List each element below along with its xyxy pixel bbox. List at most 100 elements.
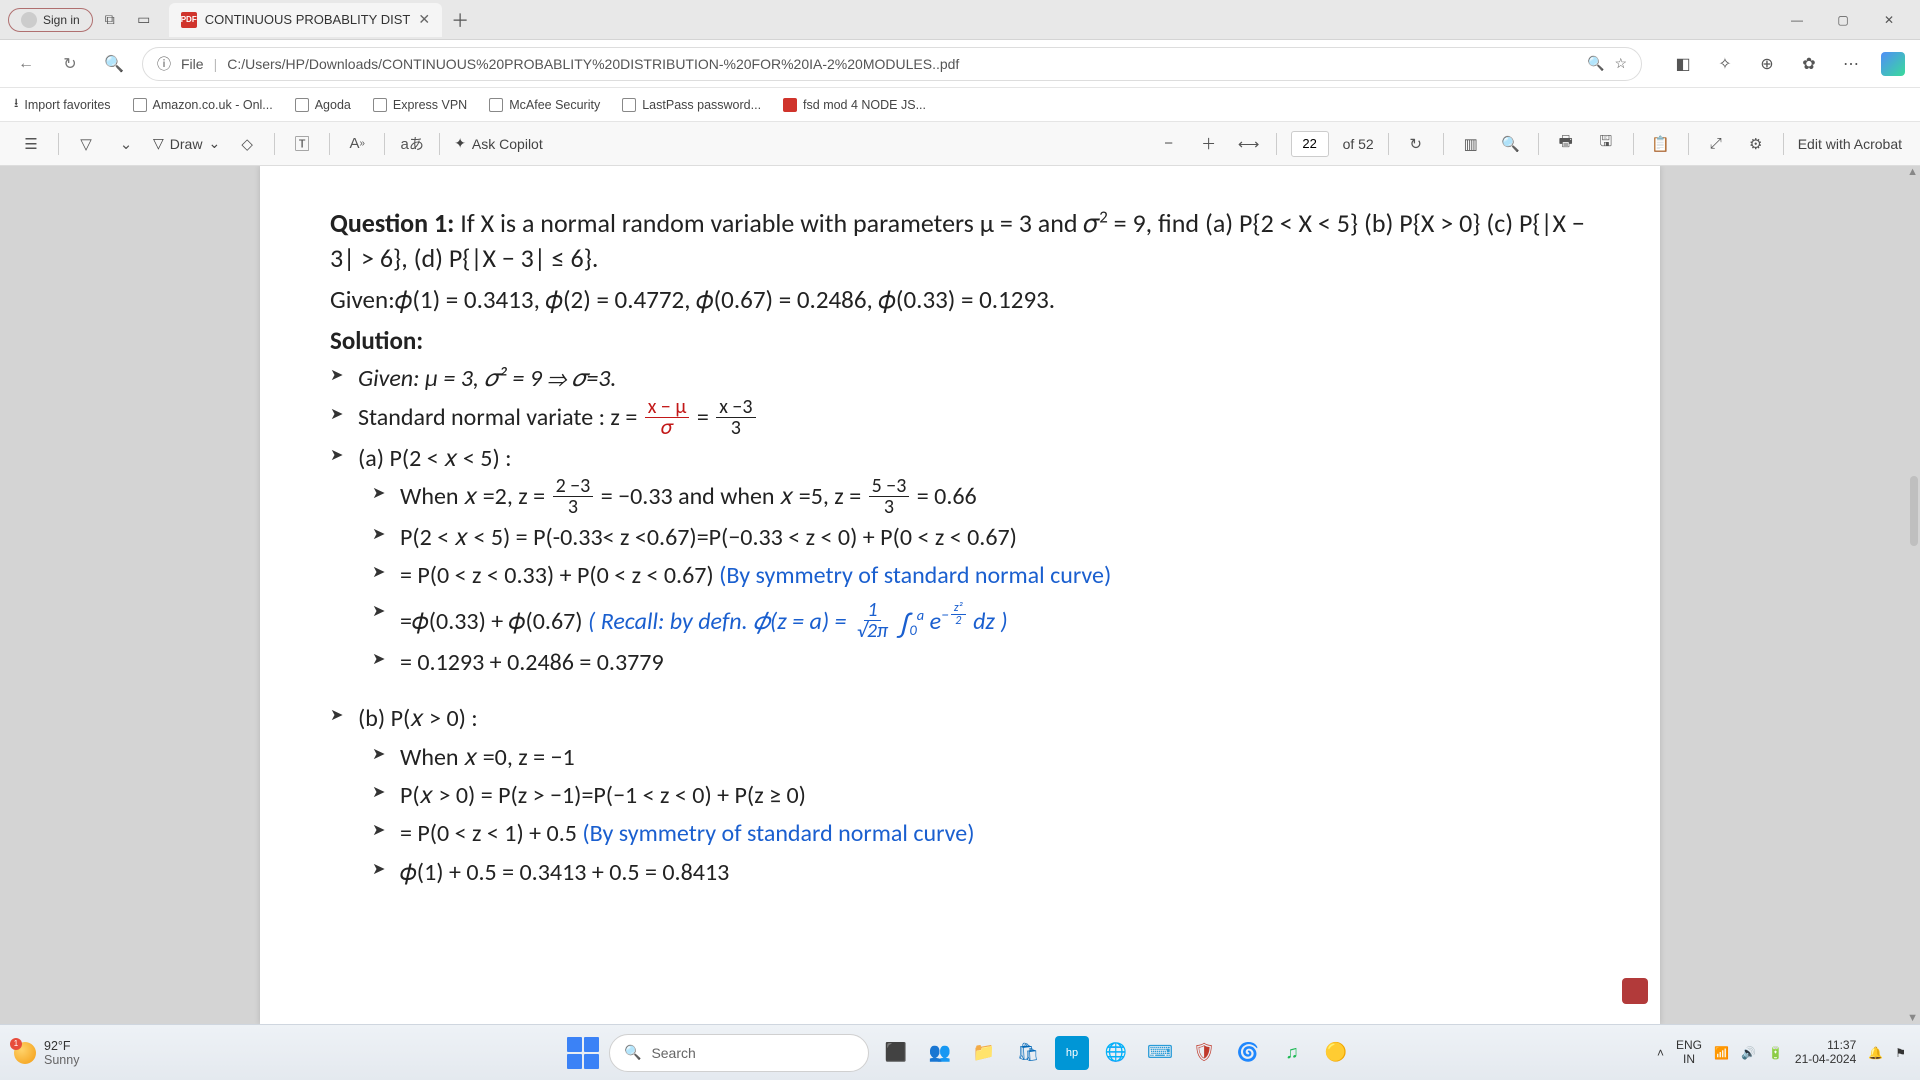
zoom-in-button[interactable]: ＋	[1196, 131, 1222, 157]
given-line: Given:𝜙(1) = 0.3413, 𝜙(2) = 0.4772, 𝜙(0.…	[330, 284, 1590, 315]
spotify-icon[interactable]: ♫	[1275, 1036, 1309, 1070]
edit-acrobat-button[interactable]: Edit with Acrobat	[1798, 136, 1902, 152]
quick-settings-icon[interactable]: ⚑	[1895, 1046, 1906, 1060]
bullet-line: =𝜙(0.33) + 𝜙(0.67) ( Recall: by defn. 𝜙(…	[330, 596, 1590, 644]
more-icon[interactable]: ⋯	[1834, 47, 1868, 81]
volume-icon[interactable]: 🔊	[1741, 1046, 1756, 1060]
explorer-icon[interactable]: 📁	[967, 1036, 1001, 1070]
battery-icon[interactable]: 🔋	[1768, 1046, 1783, 1060]
contents-icon[interactable]: ☰	[18, 131, 44, 157]
weather-widget[interactable]: 1 92°F Sunny	[14, 1039, 79, 1067]
pdf-toolbar-right: 🔍 🖶 🖫 📋 ⤢ ⚙ Edit with Acrobat	[1498, 131, 1902, 157]
refresh-button[interactable]: ↻	[54, 48, 86, 80]
settings-icon[interactable]: ⚙	[1743, 131, 1769, 157]
find-icon[interactable]: 🔍	[1498, 131, 1524, 157]
scroll-up-icon[interactable]: ▲	[1907, 166, 1918, 178]
edge-icon[interactable]: 🌀	[1231, 1036, 1265, 1070]
save-icon[interactable]: 🖫	[1593, 131, 1619, 157]
vscode-icon[interactable]: ⌨	[1143, 1036, 1177, 1070]
fraction: z²2	[951, 602, 966, 627]
scroll-down-icon[interactable]: ▼	[1907, 1012, 1918, 1024]
search-nav-icon[interactable]: 🔍	[98, 48, 130, 80]
bookmark-item[interactable]: Express VPN	[373, 98, 467, 112]
highlight-icon[interactable]: ▽	[73, 131, 99, 157]
favorite-icon[interactable]: ☆	[1614, 55, 1627, 72]
minimize-button[interactable]: —	[1774, 6, 1820, 34]
fullscreen-icon[interactable]: ⤢	[1703, 131, 1729, 157]
separator	[1276, 133, 1277, 155]
print-icon[interactable]: 🖶	[1553, 131, 1579, 157]
bookmark-label: McAfee Security	[509, 98, 600, 112]
clock[interactable]: 11:3721-04-2024	[1795, 1039, 1856, 1065]
collections-icon[interactable]: ⊕	[1750, 47, 1784, 81]
teams-icon[interactable]: 👥	[923, 1036, 957, 1070]
saveas-icon[interactable]: 📋	[1648, 131, 1674, 157]
ask-copilot-button[interactable]: ✦Ask Copilot	[454, 135, 543, 152]
page-view-icon[interactable]: ▥	[1458, 131, 1484, 157]
start-button[interactable]	[567, 1037, 599, 1069]
store-icon[interactable]: 🛍	[1011, 1036, 1045, 1070]
bookmark-item[interactable]: LastPass password...	[622, 98, 761, 112]
taskbar-search[interactable]: 🔍Search	[609, 1034, 869, 1072]
extensions-icon[interactable]: ✿	[1792, 47, 1826, 81]
new-tab-button[interactable]: ＋	[446, 6, 474, 34]
scrollbar-thumb[interactable]	[1910, 476, 1918, 546]
bookmark-item[interactable]: fsd mod 4 NODE JS...	[783, 98, 926, 112]
fraction: 2 −33	[553, 476, 594, 517]
window-controls: — ▢ ✕	[1774, 6, 1912, 34]
split-screen-icon[interactable]: ◧	[1666, 47, 1700, 81]
address-bar[interactable]: ⓘ File | C:/Users/HP/Downloads/CONTINUOU…	[142, 47, 1642, 81]
close-button[interactable]: ✕	[1866, 6, 1912, 34]
mcafee-icon[interactable]: 🛡	[1187, 1036, 1221, 1070]
zoom-out-button[interactable]: −	[1156, 131, 1182, 157]
textsize-icon[interactable]: A»	[344, 131, 370, 157]
signin-button[interactable]: Sign in	[8, 8, 93, 32]
maximize-button[interactable]: ▢	[1820, 6, 1866, 34]
separator	[1688, 133, 1689, 155]
document-viewport[interactable]: ▲ ▼ Question 1: If X is a normal random …	[0, 166, 1920, 1024]
copilot-button[interactable]	[1876, 47, 1910, 81]
weather-temp: 92°F	[44, 1039, 79, 1053]
bookmark-item[interactable]: McAfee Security	[489, 98, 600, 112]
bullet-line: P(2 < 𝑥 < 5) = P(-0.33< z <0.67)=P(−0.33…	[330, 519, 1590, 557]
ask-label: Ask Copilot	[472, 136, 543, 152]
erase-icon[interactable]: ◇	[234, 131, 260, 157]
translate-icon[interactable]: aあ	[399, 131, 425, 157]
address-bar-row: ← ↻ 🔍 ⓘ File | C:/Users/HP/Downloads/CON…	[0, 40, 1920, 88]
bookmark-item[interactable]: Amazon.co.uk - Onl...	[133, 98, 273, 112]
workspaces-icon[interactable]: ⧉	[93, 6, 127, 34]
browser-tab[interactable]: PDF CONTINUOUS PROBABLITY DIST ✕	[169, 3, 442, 37]
language-indicator[interactable]: ENGIN	[1676, 1039, 1702, 1065]
bookmark-label: LastPass password...	[642, 98, 761, 112]
favorites-icon[interactable]: ✧	[1708, 47, 1742, 81]
zoom-icon[interactable]: 🔍	[1587, 55, 1604, 72]
bookmarks-bar: ⭳Import favorites Amazon.co.uk - Onl... …	[0, 88, 1920, 122]
bookmark-label: Express VPN	[393, 98, 467, 112]
bookmark-item[interactable]: Agoda	[295, 98, 351, 112]
taskview-icon[interactable]: ⬛	[879, 1036, 913, 1070]
back-button[interactable]: ←	[10, 48, 42, 80]
chevron-down-icon[interactable]: ⌄	[113, 131, 139, 157]
separator	[1538, 133, 1539, 155]
page-icon	[373, 98, 387, 112]
tab-close-icon[interactable]: ✕	[418, 11, 430, 28]
wifi-icon[interactable]: 📶	[1714, 1046, 1729, 1060]
page-number-input[interactable]	[1291, 131, 1329, 157]
bullet-line: 𝜙(1) + 0.5 = 0.3413 + 0.5 = 0.8413	[330, 854, 1590, 892]
search-icon: 🔍	[624, 1044, 641, 1061]
tray-chevron-icon[interactable]: ˄	[1657, 1046, 1664, 1060]
fit-icon[interactable]: ⟷	[1236, 131, 1262, 157]
tab-title: CONTINUOUS PROBABLITY DIST	[205, 12, 411, 27]
tabactions-icon[interactable]: ▭	[127, 6, 161, 34]
solution-heading: Solution:	[330, 325, 1590, 356]
chrome-icon[interactable]: 🟡	[1319, 1036, 1353, 1070]
hp-icon[interactable]: hp	[1055, 1036, 1089, 1070]
draw-tool[interactable]: ▽Draw⌄	[153, 135, 220, 152]
notifications-icon[interactable]: 🔔	[1868, 1046, 1883, 1060]
copilot-icon	[1881, 52, 1905, 76]
rotate-icon[interactable]: ↻	[1403, 131, 1429, 157]
import-favorites-button[interactable]: ⭳Import favorites	[14, 94, 111, 115]
text-icon[interactable]: 🅃	[289, 131, 315, 157]
app-icon[interactable]: 🌐	[1099, 1036, 1133, 1070]
acrobat-badge-icon[interactable]	[1622, 978, 1648, 1004]
